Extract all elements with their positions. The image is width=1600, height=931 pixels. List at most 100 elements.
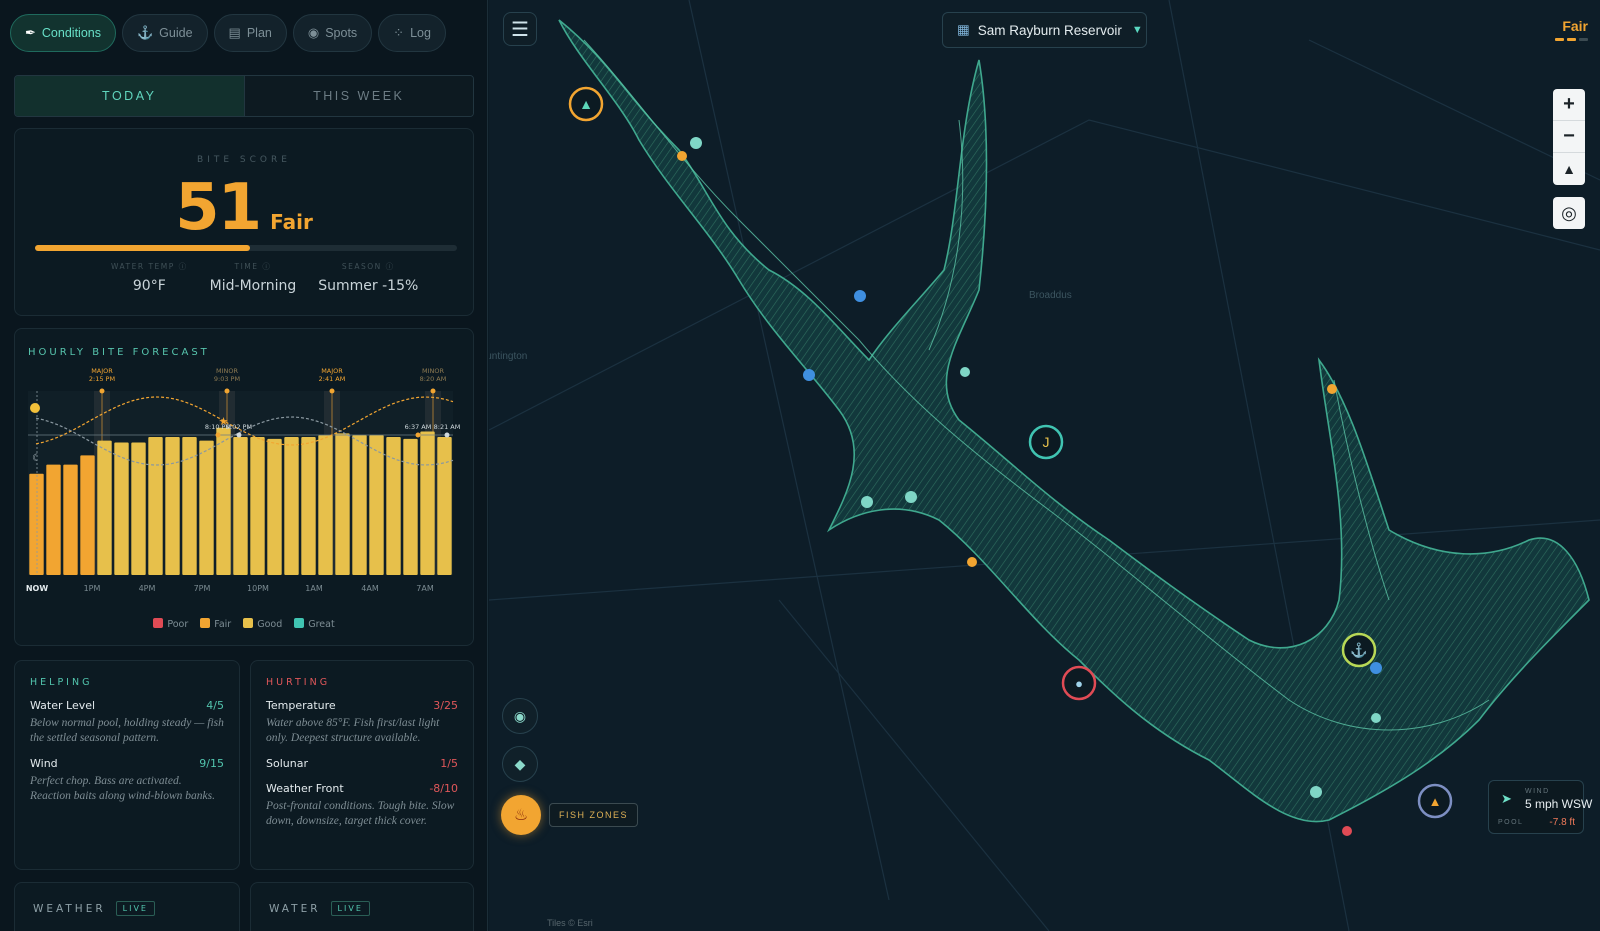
factor-wind[interactable]: Wind 9/15 Perfect chop. Bass are activate… [30, 757, 224, 804]
factor-score: 4/5 [206, 699, 224, 712]
stat-label: SEASON ⓘ [341, 262, 395, 271]
hamburger-icon: ☰ [511, 18, 529, 41]
nav-plan-button[interactable]: ▤ Plan [213, 14, 287, 52]
hurting-card: HURTING Temperature 3/25 Water above 85°F… [250, 660, 474, 870]
structure-marker[interactable] [690, 137, 702, 149]
poor-spot-dot[interactable] [1342, 826, 1352, 836]
svg-text:⚓: ⚓ [1350, 642, 1367, 659]
period-time-label: 2:15 PM [89, 375, 115, 383]
structure-marker[interactable] [905, 491, 917, 503]
menu-button[interactable]: ☰ [503, 12, 537, 46]
bite-score-fill [35, 245, 251, 251]
factor-desc: Perfect chop. Bass are activated. Reacti… [30, 775, 215, 802]
stat-time[interactable]: TIME ⓘ Mid-Morning [210, 261, 297, 294]
tree-marker[interactable]: ▲ [568, 86, 604, 122]
great-spot-dot[interactable] [960, 367, 970, 377]
conditions-sidebar: ✒ Conditions ⚓ Guide ▤ Plan ◉ Spots ⁘ Log TODAY T… [0, 0, 488, 931]
forecast-bar [352, 435, 367, 575]
map-canvas[interactable]: Broaddus Huntington ▲ J ⚓ ● ▲ [489, 0, 1600, 931]
locate-button[interactable]: ◎ [1553, 197, 1585, 229]
hourly-forecast-card: HOURLY BITE FORECAST MAJOR 2:15 PM MINOR 9:… [14, 328, 474, 646]
great-spot-dot[interactable] [1371, 713, 1381, 723]
nav-log-button[interactable]: ⁘ Log [378, 14, 446, 52]
forecast-bar [301, 437, 316, 575]
boat-marker[interactable]: ▲ [1417, 783, 1453, 819]
nav-spots-button[interactable]: ◉ Spots [292, 14, 373, 52]
helping-title: HELPING [30, 677, 93, 688]
nav-conditions-button[interactable]: ✒ Conditions [10, 14, 116, 52]
svg-text:▲: ▲ [1429, 794, 1442, 809]
nav-guide-button[interactable]: ⚓ Guide [121, 14, 208, 52]
helping-card: HELPING Water Level 4/5 Below normal pool… [14, 660, 240, 870]
reservoir-map[interactable]: Broaddus Huntington ▲ J ⚓ ● ▲ ☰ ▦ Sam Ra… [489, 0, 1600, 931]
stat-water-temp[interactable]: WATER TEMP ⓘ 90°F [111, 261, 188, 294]
fish-zones-label[interactable]: FISH ZONES [549, 803, 639, 827]
fair-spot-dot[interactable] [1327, 384, 1337, 394]
reservoir-select[interactable]: ▦ Sam Rayburn Reservoir ▼ [942, 12, 1147, 48]
factor-water-level[interactable]: Water Level 4/5 Below normal pool, holdin… [30, 699, 224, 746]
svg-text:J: J [1043, 434, 1050, 450]
ramp-marker[interactable] [803, 369, 815, 381]
forecast-bar [148, 437, 163, 575]
structure-marker[interactable] [1310, 786, 1322, 798]
x-tick-label: 1PM [84, 584, 101, 593]
legend-item-great: Great [294, 618, 335, 630]
forecast-bar [97, 440, 112, 575]
period-dot [329, 388, 335, 394]
factor-weather-front[interactable]: Weather Front -8/10 Post-frontal conditio… [266, 782, 458, 829]
fair-spot-dot[interactable] [967, 557, 977, 567]
period-time-label: 2:41 AM [319, 375, 346, 383]
legend-item-fair: Fair [200, 618, 231, 630]
svg-text:●: ● [1075, 676, 1083, 691]
ramp-marker[interactable] [1370, 662, 1382, 674]
legend-item-poor: Poor [153, 618, 188, 630]
factor-temperature[interactable]: Temperature 3/25 Water above 85°F. Fish f… [266, 699, 458, 746]
fair-spot-dot[interactable] [677, 151, 687, 161]
pool-label: POOL [1498, 819, 1524, 826]
anchor-marker[interactable]: ⚓ [1341, 632, 1377, 668]
structure-marker[interactable] [861, 496, 873, 508]
stat-season[interactable]: SEASON ⓘ Summer -15% [318, 261, 418, 294]
factor-desc: Post-frontal conditions. Tough bite. Slo… [266, 800, 455, 827]
factor-desc: Water above 85°F. Fish first/last light … [266, 717, 440, 744]
legend-label: Good [257, 619, 283, 630]
bass-icon: ⁘ [393, 25, 405, 40]
forecast-bar [80, 455, 95, 575]
legend-label: Fair [214, 619, 232, 630]
factor-score: 9/15 [199, 757, 224, 770]
target-button[interactable]: ◉ [502, 698, 538, 734]
layers-icon: ◆ [514, 755, 526, 772]
period-type-label: MINOR [216, 367, 239, 375]
stat-label: TIME ⓘ [234, 262, 272, 271]
bite-score-rating: Fair [270, 210, 313, 234]
compass-button[interactable]: ▲ [1553, 153, 1585, 185]
lake-body [558, 19, 1590, 823]
tab-today[interactable]: TODAY [15, 76, 245, 116]
stat-value: 90°F [132, 278, 166, 294]
live-badge: LIVE [115, 901, 155, 916]
water-card[interactable]: WATER LIVE [250, 882, 474, 931]
ramp-marker[interactable] [854, 290, 866, 302]
factor-solunar[interactable]: Solunar 1/5 [266, 757, 458, 770]
forecast-bar [165, 437, 180, 575]
zoom-in-button[interactable]: + [1553, 89, 1585, 121]
fish-marker[interactable]: ● [1061, 665, 1097, 701]
factor-name: Weather Front [266, 782, 344, 795]
weather-card[interactable]: WEATHER LIVE [14, 882, 240, 931]
wind-pool-panel: ➤ WIND 5 mph WSW POOL -7.8 ft [1488, 780, 1592, 834]
town-label-broaddus: Broaddus [1029, 290, 1072, 301]
forecast-bar [369, 435, 384, 575]
moon-icon: ☾ [32, 453, 41, 464]
layers-button[interactable]: ◆ [502, 746, 538, 782]
rise-set-label: 9:02 PM [226, 423, 252, 431]
zoom-out-button[interactable]: − [1553, 121, 1585, 153]
forecast-bar [284, 437, 299, 575]
hook-marker[interactable]: J [1028, 424, 1064, 460]
bite-score-label: BITE SCORE [197, 155, 291, 165]
corner-rating: Fair [1562, 18, 1588, 34]
tab-this-week[interactable]: THIS WEEK [244, 76, 473, 116]
pool-value: -7.8 ft [1549, 817, 1575, 828]
hourly-forecast-chart: MAJOR2:15 PMMINOR9:03 PMMAJOR2:41 AMMINO… [26, 367, 461, 593]
nav-label: Spots [325, 26, 358, 40]
fish-zones-button[interactable]: ♨ [501, 795, 541, 835]
